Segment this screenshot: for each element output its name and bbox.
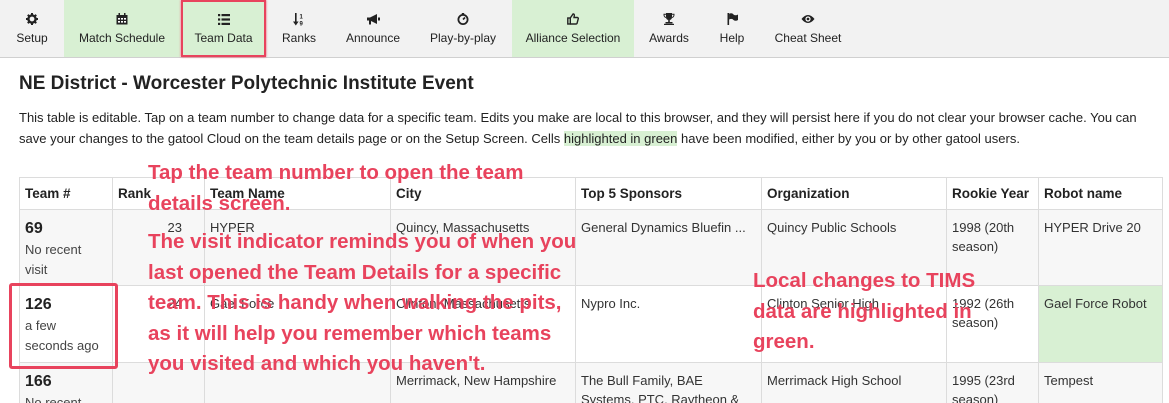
nav-announce[interactable]: Announce — [332, 0, 414, 57]
column-header[interactable]: Robot name — [1038, 177, 1163, 210]
nav-label: Announce — [345, 31, 401, 45]
svg-text:1: 1 — [299, 14, 303, 20]
visit-indicator: No recent visit — [25, 242, 82, 277]
calendar-icon — [64, 12, 180, 26]
gear-icon — [0, 12, 64, 26]
callout-line: green. — [753, 330, 815, 353]
nav-play-by-play[interactable]: Play-by-play — [414, 0, 512, 57]
nav-help[interactable]: Help — [704, 0, 760, 57]
nav-awards[interactable]: Awards — [634, 0, 704, 57]
robot-name-cell[interactable]: Gael Force Robot — [1038, 285, 1163, 363]
callout-line: Local changes to TIMS — [753, 269, 976, 292]
flag-icon — [704, 12, 760, 26]
robot-name-cell[interactable]: HYPER Drive 20 — [1038, 209, 1163, 286]
visit-indicator: No recent — [25, 395, 82, 403]
nav-ranks[interactable]: 19 Ranks — [266, 0, 332, 57]
team-number[interactable]: 166 — [25, 371, 107, 393]
callout-line: details screen. — [148, 191, 291, 215]
callout-tap-team: Tap the team number to open the team det… — [148, 158, 524, 219]
team-number-cell[interactable]: 69 No recent visit — [19, 209, 113, 286]
callout-line: Tap the team number to open the team — [148, 161, 524, 184]
nav-label: Awards — [649, 31, 689, 45]
callout-line: last opened the Team Details for a speci… — [148, 260, 562, 284]
callout-line: team. This is handy when walking the pit… — [148, 291, 562, 314]
callout-local-changes: Local changes to TIMS data are highlight… — [753, 266, 975, 358]
nav-label: Setup — [16, 31, 48, 45]
sponsors-cell[interactable]: The Bull Family, BAE Systems, PTC, Rayth… — [575, 362, 762, 403]
trophy-icon — [634, 12, 704, 26]
callout-line: The visit indicator reminds you of when … — [148, 230, 577, 253]
eye-icon — [760, 12, 856, 26]
stopwatch-icon — [414, 12, 512, 26]
nav-setup[interactable]: Setup — [0, 0, 64, 57]
column-header[interactable]: Team # — [19, 177, 113, 210]
callout-line: as it will help you remember which teams — [148, 321, 552, 345]
list-icon — [183, 12, 264, 26]
team-number[interactable]: 69 — [25, 218, 107, 240]
organization-cell[interactable]: Merrimack High School — [761, 362, 947, 403]
column-header[interactable]: Rookie Year — [946, 177, 1039, 210]
intro-text-part: have been modified, either by you or by … — [677, 130, 1020, 146]
nav-label: Ranks — [281, 31, 316, 45]
nav-label: Match Schedule — [78, 31, 166, 45]
rookie-year-cell[interactable]: 1995 (23rd season) — [946, 362, 1039, 403]
callout-line: data are highlighted in — [753, 299, 972, 323]
robot-name-cell[interactable]: Tempest — [1038, 362, 1163, 403]
svg-text:9: 9 — [299, 21, 303, 26]
nav-alliance-selection[interactable]: Alliance Selection — [512, 0, 634, 57]
column-header[interactable]: Organization — [761, 177, 947, 210]
top-nav: Setup Match Schedule Team Data 19 Ranks … — [0, 0, 1169, 58]
callout-visit-indicator: The visit indicator reminds you of when … — [148, 227, 576, 380]
nav-label: Play-by-play — [429, 31, 497, 45]
thumbs-up-icon — [512, 12, 634, 26]
nav-label: Cheat Sheet — [774, 31, 842, 45]
nav-label: Alliance Selection — [525, 31, 621, 45]
column-header[interactable]: Top 5 Sponsors — [575, 177, 762, 210]
nav-label: Team Data — [194, 31, 253, 45]
nav-label: Help — [719, 31, 745, 45]
page-title: NE District - Worcester Polytechnic Inst… — [19, 73, 474, 94]
sponsors-cell[interactable]: General Dynamics Bluefin ... — [575, 209, 762, 286]
bullhorn-icon — [332, 12, 414, 26]
nav-cheat-sheet[interactable]: Cheat Sheet — [760, 0, 856, 57]
nav-match-schedule[interactable]: Match Schedule — [64, 0, 180, 57]
sponsors-cell[interactable]: Nypro Inc. — [575, 285, 762, 363]
intro-text: This table is editable. Tap on a team nu… — [19, 108, 1149, 149]
sort-icon: 19 — [266, 12, 332, 26]
intro-highlight: highlighted in green — [563, 130, 678, 146]
team-number-highlight-box — [9, 283, 118, 369]
callout-line: you visited and which you haven't. — [148, 352, 486, 375]
nav-team-data[interactable]: Team Data — [181, 0, 266, 57]
